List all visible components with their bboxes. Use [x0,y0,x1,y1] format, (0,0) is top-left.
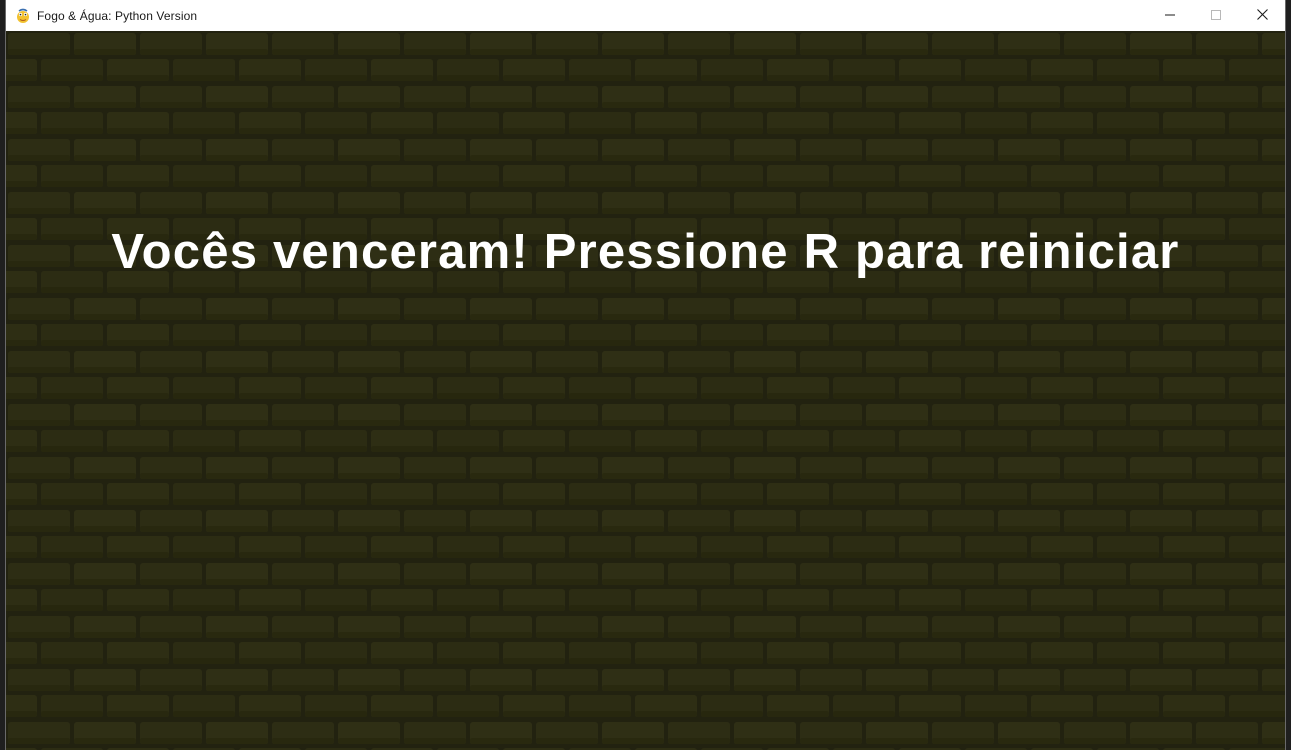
win-message: Vocês venceram! Pressione R para reinici… [111,225,1180,279]
minimize-icon [1165,7,1175,25]
maximize-button[interactable] [1193,0,1239,31]
caption-buttons [1147,0,1285,31]
minimize-button[interactable] [1147,0,1193,31]
title-bar[interactable]: Fogo & Água: Python Version [6,0,1285,31]
close-button[interactable] [1239,0,1285,31]
close-icon [1256,7,1268,25]
game-canvas[interactable]: Vocês venceram! Pressione R para reinici… [6,31,1285,750]
desktop-edge-right [1285,0,1291,750]
window-title: Fogo & Água: Python Version [37,8,198,23]
pygame-snake-icon [15,8,31,24]
brick-wall-background [6,31,1285,750]
maximize-icon [1211,7,1221,25]
app-window: Fogo & Água: Python Version Vocês vencer… [6,0,1285,750]
